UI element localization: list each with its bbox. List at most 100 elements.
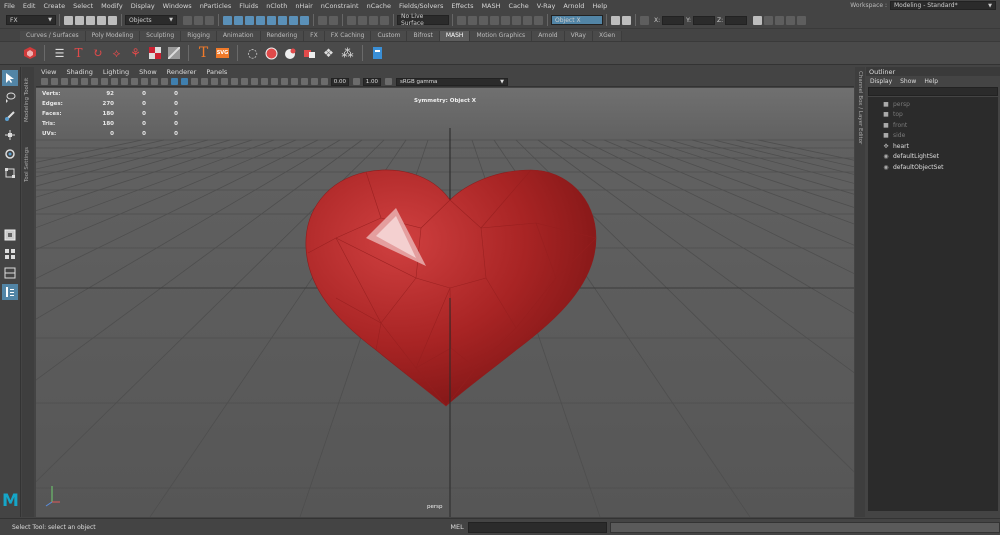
save-scene-icon[interactable]: [86, 15, 95, 25]
bookmark-icon[interactable]: [60, 78, 68, 85]
command-line-input[interactable]: [468, 521, 608, 533]
default-material-icon[interactable]: [190, 78, 198, 85]
select-by-render-icon[interactable]: [289, 15, 298, 25]
shelf-tab-bifrost[interactable]: Bifrost: [407, 31, 440, 41]
outliner-item-side[interactable]: ■ side: [868, 131, 998, 142]
outliner-item-default-light-set[interactable]: ◉ defaultLightSet: [868, 152, 998, 163]
new-scene-icon[interactable]: [64, 15, 73, 25]
tool-settings-tab[interactable]: Tool Settings: [24, 147, 30, 182]
outliner-item-heart[interactable]: ✥ heart: [868, 141, 998, 152]
panel-menu-panels[interactable]: Panels: [201, 68, 232, 76]
mash-scatter-icon[interactable]: ⁂: [341, 46, 355, 60]
outliner-menu-show[interactable]: Show: [896, 78, 920, 85]
gate-mask-icon[interactable]: [130, 78, 138, 85]
menu-fields-solvers[interactable]: Fields/Solvers: [395, 2, 447, 10]
render-current-frame-icon[interactable]: [468, 15, 477, 25]
symmetry-dropdown[interactable]: Object X: [551, 15, 603, 25]
outliner-item-top[interactable]: ■ top: [868, 110, 998, 121]
view-transform-dropdown[interactable]: sRGB gamma ▼: [396, 77, 508, 86]
move-tool-button[interactable]: [2, 127, 18, 143]
resolution-gate-icon[interactable]: [120, 78, 128, 85]
light-editor-icon[interactable]: [534, 15, 543, 25]
shelf-tab-animation[interactable]: Animation: [216, 31, 261, 41]
selection-mode-dropdown[interactable]: Objects ▼: [125, 15, 177, 25]
viewport-persp[interactable]: Verts: 92 0 0 Edges: 270 0 0 Faces: 180 …: [36, 88, 854, 517]
menu-nhair[interactable]: nHair: [291, 2, 316, 10]
exposure-icon[interactable]: [320, 78, 328, 85]
tool-settings-icon[interactable]: [786, 15, 796, 25]
gamma-field[interactable]: 1.00: [363, 77, 381, 86]
mash-network-icon[interactable]: [23, 46, 37, 60]
menu-display[interactable]: Display: [127, 2, 159, 10]
blend-deformer-icon[interactable]: [167, 46, 181, 60]
checker-icon[interactable]: [148, 46, 162, 60]
two-view-button[interactable]: [2, 265, 18, 281]
ipr-render-icon[interactable]: [479, 15, 488, 25]
shelf-tab-poly-modeling[interactable]: Poly Modeling: [85, 31, 141, 41]
depth-of-field-icon[interactable]: [270, 78, 278, 85]
image-plane-icon[interactable]: [70, 78, 78, 85]
sync-icon[interactable]: [611, 15, 620, 25]
select-tool-button[interactable]: [2, 70, 18, 86]
y-field[interactable]: [693, 15, 716, 25]
select-by-surface-icon[interactable]: [256, 15, 265, 25]
menu-arnold[interactable]: Arnold: [559, 2, 588, 10]
x-field[interactable]: [662, 15, 685, 25]
screen-space-ao-icon[interactable]: [240, 78, 248, 85]
shelf-tab-rigging[interactable]: Rigging: [181, 31, 217, 41]
svg-tool-icon[interactable]: SVG: [215, 46, 230, 60]
menu-modify[interactable]: Modify: [97, 2, 127, 10]
flight-icon[interactable]: ⚘: [129, 46, 143, 60]
multisample-aa-icon[interactable]: [260, 78, 268, 85]
curve-node-icon[interactable]: ⟡: [110, 46, 124, 60]
menuset-dropdown[interactable]: FX ▼: [6, 15, 56, 25]
render-settings-icon[interactable]: [490, 15, 499, 25]
xray-icon[interactable]: [290, 78, 298, 85]
gamma-icon[interactable]: [352, 78, 360, 85]
channel-box-icon[interactable]: [797, 15, 807, 25]
isolate-select-icon[interactable]: [280, 78, 288, 85]
menu-file[interactable]: File: [0, 2, 19, 10]
select-by-joint-icon[interactable]: [234, 15, 243, 25]
shelf-tab-vray[interactable]: VRay: [564, 31, 593, 41]
motion-blur-icon[interactable]: [250, 78, 258, 85]
workspace-dropdown[interactable]: Modeling - Standard* ▼: [890, 1, 996, 10]
outliner-menu-display[interactable]: Display: [866, 78, 896, 85]
spring-icon[interactable]: ◌: [246, 46, 260, 60]
select-by-handle-icon[interactable]: [223, 15, 232, 25]
undo-icon[interactable]: [97, 15, 106, 25]
z-field[interactable]: [725, 15, 748, 25]
select-camera-icon[interactable]: [40, 78, 48, 85]
field-chart-icon[interactable]: [140, 78, 148, 85]
live-surface-dropdown[interactable]: No Live Surface: [397, 13, 449, 27]
shelf-tab-arnold[interactable]: Arnold: [532, 31, 565, 41]
wireframe-icon[interactable]: [170, 78, 178, 85]
exposure-field[interactable]: 0.00: [331, 77, 349, 86]
modeling-toolkit-icon[interactable]: [764, 15, 774, 25]
shelf-tab-fx-caching[interactable]: FX Caching: [324, 31, 372, 41]
menu-help[interactable]: Help: [588, 2, 611, 10]
render-view-icon[interactable]: [512, 15, 521, 25]
panel-menu-view[interactable]: View: [36, 68, 61, 76]
mash-playblast-icon[interactable]: [371, 46, 385, 60]
component-mode-icon[interactable]: [205, 15, 214, 25]
outliner-item-front[interactable]: ■ front: [868, 120, 998, 131]
mash-cloner-icon[interactable]: ❖: [322, 46, 336, 60]
shelf-tab-xgen[interactable]: XGen: [592, 31, 623, 41]
grease-pencil-icon[interactable]: [90, 78, 98, 85]
2d-pan-zoom-icon[interactable]: [80, 78, 88, 85]
menu-create[interactable]: Create: [39, 2, 69, 10]
open-scene-icon[interactable]: [75, 15, 84, 25]
render-setup-icon[interactable]: [523, 15, 532, 25]
hierarchy-mode-icon[interactable]: [183, 15, 192, 25]
scale-tool-button[interactable]: [2, 165, 18, 181]
lasso-tool-button[interactable]: [2, 89, 18, 105]
outliner-menu-help[interactable]: Help: [920, 78, 942, 85]
construction-history-icon[interactable]: [457, 15, 466, 25]
snap-to-grid-icon[interactable]: [347, 15, 356, 25]
xray-joints-icon[interactable]: [300, 78, 308, 85]
shelf-tab-fx[interactable]: FX: [304, 31, 325, 41]
smooth-shade-icon[interactable]: [180, 78, 188, 85]
shelf-tab-sculpting[interactable]: Sculpting: [140, 31, 182, 41]
dynamics-icon[interactable]: ↻: [91, 46, 105, 60]
